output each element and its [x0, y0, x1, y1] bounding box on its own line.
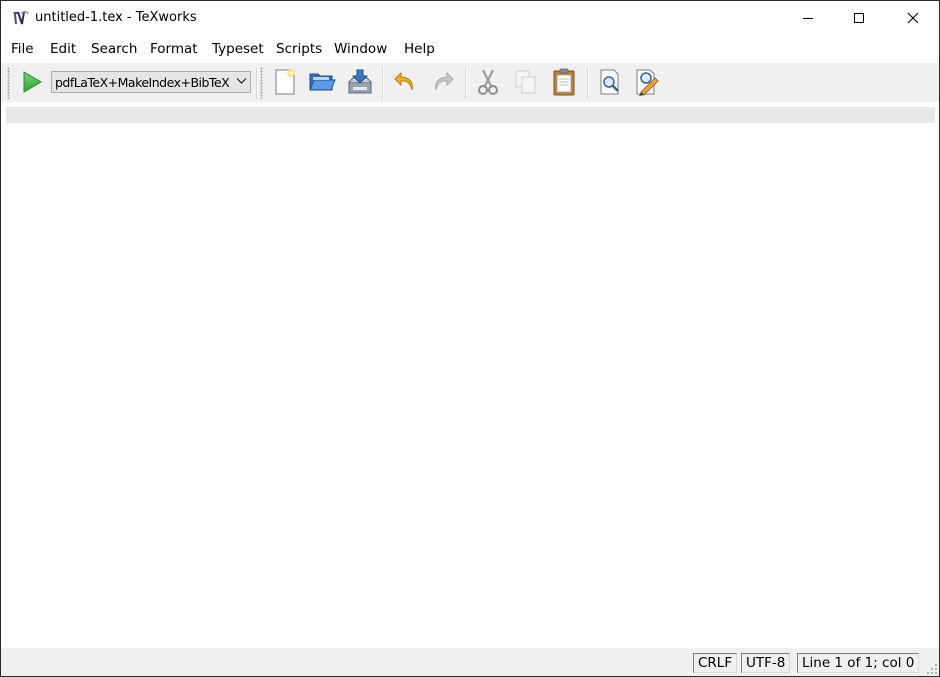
menu-help[interactable]: Help: [404, 41, 435, 57]
cut-icon: [478, 69, 498, 95]
line-ending-indicator[interactable]: CRLF: [693, 653, 738, 673]
toolbar-separator: [382, 67, 383, 99]
texworks-window: untitled-1.tex - TeXworks File Edit Sear…: [0, 0, 940, 677]
toolbar-separator: [256, 67, 257, 99]
toolbar-grip[interactable]: [260, 67, 263, 99]
paste-button[interactable]: [547, 65, 581, 99]
status-bar: CRLF UTF-8 Line 1 of 1; col 0: [1, 648, 939, 676]
toolbar-grip[interactable]: [7, 67, 10, 99]
copy-icon: [515, 70, 536, 94]
toolbar: pdfLaTeX+MakeIndex+BibTeX: [1, 63, 939, 103]
chevron-down-icon: [236, 78, 247, 84]
editor-text-area[interactable]: [1, 102, 939, 648]
find-button[interactable]: [593, 65, 627, 99]
encoding-indicator[interactable]: UTF-8: [741, 653, 791, 673]
menu-window[interactable]: Window: [334, 41, 387, 57]
new-document-icon: [275, 69, 295, 95]
redo-button[interactable]: [426, 65, 460, 99]
typeset-engine-select[interactable]: pdfLaTeX+MakeIndex+BibTeX: [51, 71, 251, 93]
replace-icon: [636, 69, 659, 96]
title-bar[interactable]: untitled-1.tex - TeXworks: [1, 1, 939, 35]
menu-scripts[interactable]: Scripts: [276, 41, 322, 57]
new-document-button[interactable]: [268, 65, 302, 99]
menu-edit[interactable]: Edit: [50, 41, 76, 57]
open-folder-icon: [309, 73, 336, 91]
minimize-button[interactable]: [785, 1, 831, 35]
copy-button[interactable]: [509, 65, 543, 99]
redo-icon: [435, 71, 454, 91]
cut-button[interactable]: [471, 65, 505, 99]
close-button[interactable]: [890, 1, 936, 35]
texworks-app-icon: [11, 9, 29, 27]
current-line-highlight: [6, 107, 935, 123]
cursor-position-indicator[interactable]: Line 1 of 1; col 0: [797, 653, 920, 673]
maximize-button[interactable]: [836, 1, 882, 35]
undo-icon: [394, 71, 413, 91]
typeset-button[interactable]: [15, 65, 49, 99]
typeset-play-icon: [23, 71, 42, 93]
toolbar-separator: [587, 67, 588, 99]
undo-button[interactable]: [388, 65, 422, 99]
typeset-engine-value: pdfLaTeX+MakeIndex+BibTeX: [55, 75, 230, 90]
maximize-icon: [854, 13, 864, 23]
paste-icon: [553, 68, 575, 96]
find-icon: [600, 69, 619, 95]
menu-typeset[interactable]: Typeset: [212, 41, 264, 57]
minimize-icon: [803, 18, 813, 19]
save-button[interactable]: [343, 65, 377, 99]
menu-file[interactable]: File: [11, 41, 34, 57]
menu-search[interactable]: Search: [91, 41, 137, 57]
menu-format[interactable]: Format: [150, 41, 198, 57]
menu-bar: File Edit Search Format Typeset Scripts …: [1, 35, 939, 63]
resize-grip-icon[interactable]: [926, 663, 938, 675]
save-icon: [348, 69, 372, 94]
window-title: untitled-1.tex - TeXworks: [35, 10, 197, 25]
open-button[interactable]: [305, 65, 339, 99]
close-icon: [907, 12, 919, 24]
replace-button[interactable]: [630, 65, 664, 99]
toolbar-separator: [465, 67, 466, 99]
